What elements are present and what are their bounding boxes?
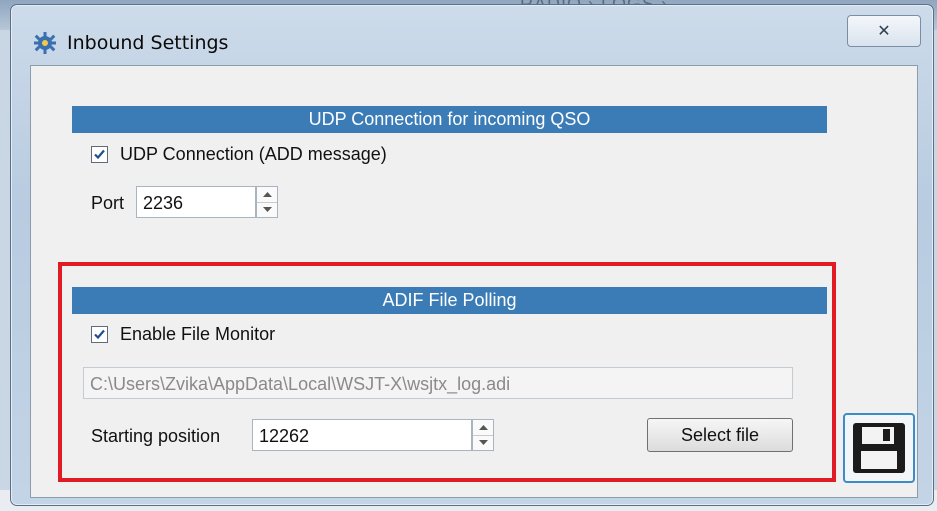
floppy-disk-icon — [853, 423, 905, 473]
starting-position-spinner[interactable] — [472, 419, 494, 451]
port-spinner[interactable] — [256, 186, 278, 218]
checkmark-icon — [94, 149, 105, 160]
close-icon: ✕ — [877, 23, 891, 40]
save-button[interactable] — [843, 413, 915, 483]
port-label: Port — [91, 193, 125, 213]
starting-position-spin-down[interactable] — [473, 435, 493, 450]
title-bar[interactable]: Inbound Settings ✕ — [11, 5, 933, 54]
port-spin-down[interactable] — [257, 202, 277, 217]
port-spin-up[interactable] — [257, 187, 277, 203]
adif-section-header: ADIF File Polling — [72, 287, 827, 314]
starting-position-label: Starting position — [91, 426, 221, 446]
udp-connection-row: UDP Connection (ADD message) — [91, 144, 387, 165]
udp-section-header: UDP Connection for incoming QSO — [72, 106, 827, 133]
enable-file-monitor-checkbox[interactable] — [91, 326, 108, 343]
udp-connection-checkbox[interactable] — [91, 146, 108, 163]
inbound-settings-window: Inbound Settings ✕ UDP Connection for in… — [10, 4, 934, 506]
arrow-up-icon — [478, 424, 488, 430]
starting-position-spin-up[interactable] — [473, 420, 493, 436]
enable-file-monitor-row: Enable File Monitor — [91, 324, 275, 345]
select-file-button[interactable]: Select file — [647, 418, 793, 452]
enable-file-monitor-label: Enable File Monitor — [120, 324, 276, 344]
arrow-down-icon — [478, 439, 488, 445]
arrow-up-icon — [262, 191, 272, 197]
gear-icon — [33, 31, 57, 55]
port-input[interactable]: 2236 — [136, 186, 256, 218]
udp-connection-label: UDP Connection (ADD message) — [120, 144, 387, 164]
dialog-client-area: UDP Connection for incoming QSO UDP Conn… — [30, 65, 918, 498]
checkmark-icon — [94, 329, 105, 340]
arrow-down-icon — [262, 206, 272, 212]
close-button[interactable]: ✕ — [847, 15, 921, 47]
starting-position-input[interactable]: 12262 — [252, 419, 472, 451]
window-title: Inbound Settings — [67, 32, 229, 54]
file-path-field[interactable]: C:\Users\Zvika\AppData\Local\WSJT-X\wsjt… — [83, 367, 793, 399]
